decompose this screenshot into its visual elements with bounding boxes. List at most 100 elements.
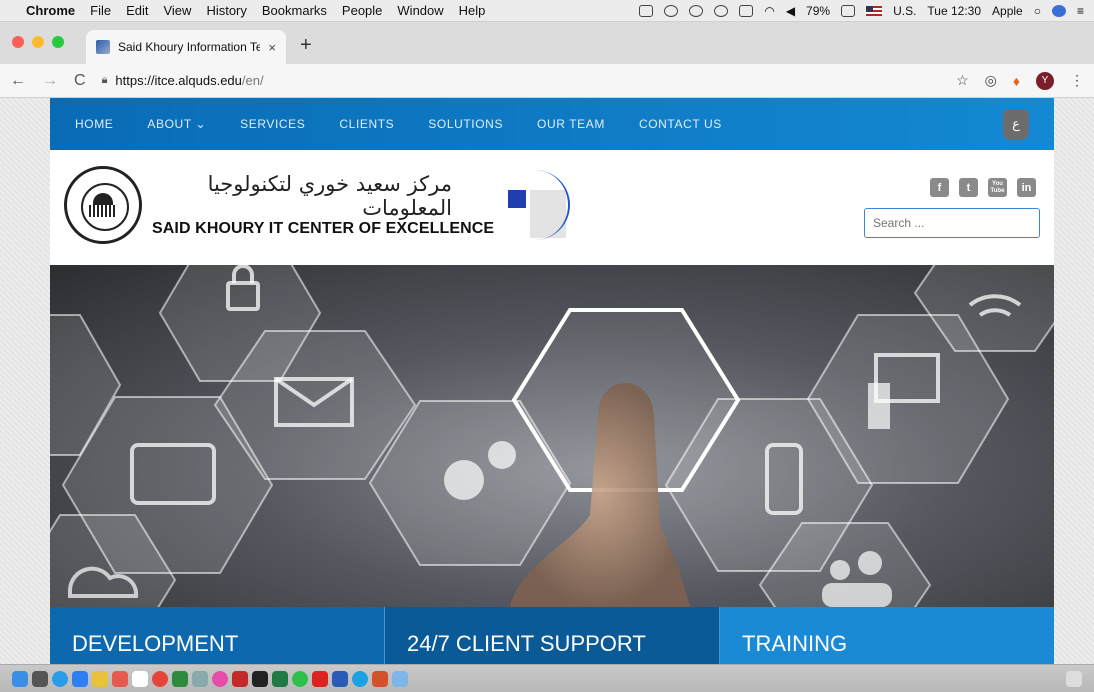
battery-icon[interactable]	[841, 4, 856, 17]
back-button[interactable]: ←	[10, 72, 26, 90]
tile-training[interactable]: TRAINING	[720, 607, 1054, 664]
forward-button[interactable]: →	[42, 72, 58, 90]
photos-icon[interactable]	[112, 670, 128, 687]
word-icon[interactable]	[332, 670, 348, 687]
menu-edit[interactable]: Edit	[126, 3, 148, 18]
sheets-icon[interactable]	[172, 670, 188, 687]
url-path: /en/	[241, 73, 264, 88]
menu-people[interactable]: People	[342, 3, 382, 18]
display-icon[interactable]	[739, 4, 754, 17]
menu-file[interactable]: File	[90, 3, 111, 18]
input-source[interactable]: U.S.	[893, 4, 916, 18]
app-store-icon[interactable]	[72, 670, 88, 687]
toolbar-right: ☆ ◎ ♦ Y ⋮	[956, 71, 1084, 90]
service-tiles: DEVELOPMENT 24/7 CLIENT SUPPORT TRAINING	[50, 607, 1054, 664]
mac-menu-bar: Chrome File Edit View History Bookmarks …	[0, 0, 1094, 22]
nav-solutions[interactable]: SOLUTIONS	[428, 117, 503, 131]
finder-icon[interactable]	[12, 670, 28, 687]
logo-english-text: SAID KHOURY IT CENTER OF EXCELLENCE	[152, 220, 495, 237]
chrome-dock-icon[interactable]	[152, 670, 168, 687]
chrome-menu-icon[interactable]: ⋮	[1070, 72, 1084, 89]
launchpad-icon[interactable]	[32, 670, 48, 687]
menu-help[interactable]: Help	[459, 3, 486, 18]
extension-circle-icon[interactable]: ◎	[985, 72, 997, 89]
terminal-icon[interactable]	[252, 670, 268, 687]
menu-app-name[interactable]: Chrome	[26, 3, 75, 18]
nav-clients[interactable]: CLIENTS	[339, 117, 394, 131]
extension-icon[interactable]	[639, 4, 654, 17]
us-flag-icon	[866, 5, 883, 16]
nav-services[interactable]: SERVICES	[240, 117, 305, 131]
profile-avatar[interactable]: Y	[1036, 71, 1054, 90]
skype-icon[interactable]	[352, 670, 368, 687]
language-toggle-button[interactable]: ع	[1003, 109, 1029, 139]
preview-icon[interactable]	[192, 670, 208, 687]
facebook-icon[interactable]: f	[930, 178, 949, 197]
folder-icon[interactable]	[392, 670, 408, 687]
new-tab-button[interactable]: +	[300, 34, 312, 57]
tower-glyph	[868, 383, 890, 429]
filezilla-icon[interactable]	[232, 670, 248, 687]
sync-icon[interactable]	[664, 4, 679, 17]
bluetooth-icon[interactable]	[714, 4, 729, 17]
nav-contact-us[interactable]: CONTACT US	[639, 117, 722, 131]
whatsapp-icon[interactable]	[292, 670, 308, 687]
site-container: HOME ABOUT ⌄ SERVICES CLIENTS SOLUTIONS …	[50, 98, 1054, 664]
nav-home[interactable]: HOME	[75, 117, 113, 131]
twitter-icon[interactable]: t	[959, 178, 978, 197]
reload-button[interactable]: C	[74, 72, 86, 90]
menu-history[interactable]: History	[206, 3, 246, 18]
bookmark-star-icon[interactable]: ☆	[956, 72, 969, 89]
linkedin-icon[interactable]: in	[1017, 178, 1036, 197]
trash-icon[interactable]	[1066, 670, 1082, 687]
nav-about[interactable]: ABOUT ⌄	[147, 117, 206, 131]
page-viewport: HOME ABOUT ⌄ SERVICES CLIENTS SOLUTIONS …	[0, 98, 1094, 664]
status-area: ◠ ◀ 79% U.S. Tue 12:30 Apple ○ ≡	[639, 4, 1084, 18]
it-logo-mark-icon	[500, 170, 580, 240]
nav-our-team[interactable]: OUR TEAM	[537, 117, 605, 131]
close-window-button[interactable]	[12, 36, 24, 48]
zoom-window-button[interactable]	[52, 36, 64, 48]
notes-icon[interactable]	[92, 670, 108, 687]
powerpoint-icon[interactable]	[372, 670, 388, 687]
spotlight-icon[interactable]: ○	[1034, 4, 1041, 18]
battery-percent[interactable]: 79%	[806, 4, 830, 18]
tab-close-icon[interactable]: ×	[268, 40, 276, 55]
gear-glyph	[444, 460, 484, 500]
calendar-icon[interactable]	[132, 670, 148, 687]
acrobat-icon[interactable]	[312, 670, 328, 687]
itunes-icon[interactable]	[212, 670, 228, 687]
user-name[interactable]: Apple	[992, 4, 1023, 18]
clock[interactable]: Tue 12:30	[927, 4, 981, 18]
hero-hexagons	[50, 265, 1054, 607]
site-header: مركز سعيد خوري لتكنولوجيا المعلومات SAID…	[50, 150, 1054, 265]
window-controls	[0, 36, 76, 64]
browser-toolbar: ← → C 🔒︎ https://itce.alquds.edu/en/ ☆ ◎…	[0, 64, 1094, 98]
notification-center-icon[interactable]: ≡	[1077, 4, 1084, 18]
logo-arabic-text: مركز سعيد خوري لتكنولوجيا المعلومات	[207, 172, 452, 220]
youtube-icon[interactable]: You Tube	[988, 178, 1007, 197]
wifi-status-icon[interactable]: ◠	[764, 4, 774, 18]
lock-icon[interactable]: 🔒︎	[102, 74, 108, 87]
university-seal-icon	[64, 166, 142, 244]
menu-window[interactable]: Window	[397, 3, 443, 18]
tab-title: Said Khoury Information Techn	[118, 40, 261, 54]
safari-icon[interactable]	[52, 670, 68, 687]
menu-view[interactable]: View	[163, 3, 191, 18]
tile-development[interactable]: DEVELOPMENT	[50, 607, 385, 664]
time-machine-icon[interactable]	[689, 4, 704, 17]
browser-tab[interactable]: Said Khoury Information Techn ×	[86, 30, 286, 64]
volume-icon[interactable]: ◀	[786, 4, 795, 18]
address-bar[interactable]: 🔒︎ https://itce.alquds.edu/en/	[102, 68, 957, 94]
menu-bookmarks[interactable]: Bookmarks	[262, 3, 327, 18]
site-logo[interactable]: مركز سعيد خوري لتكنولوجيا المعلومات SAID…	[64, 166, 580, 244]
search-input[interactable]	[864, 208, 1040, 238]
people-glyph	[830, 560, 850, 580]
excel-icon[interactable]	[272, 670, 288, 687]
mac-dock	[0, 664, 1094, 692]
logo-text: مركز سعيد خوري لتكنولوجيا المعلومات SAID…	[152, 172, 494, 238]
extension-flame-icon[interactable]: ♦	[1013, 73, 1020, 89]
tile-client-support[interactable]: 24/7 CLIENT SUPPORT	[385, 607, 720, 664]
siri-icon[interactable]	[1051, 4, 1066, 17]
minimize-window-button[interactable]	[32, 36, 44, 48]
